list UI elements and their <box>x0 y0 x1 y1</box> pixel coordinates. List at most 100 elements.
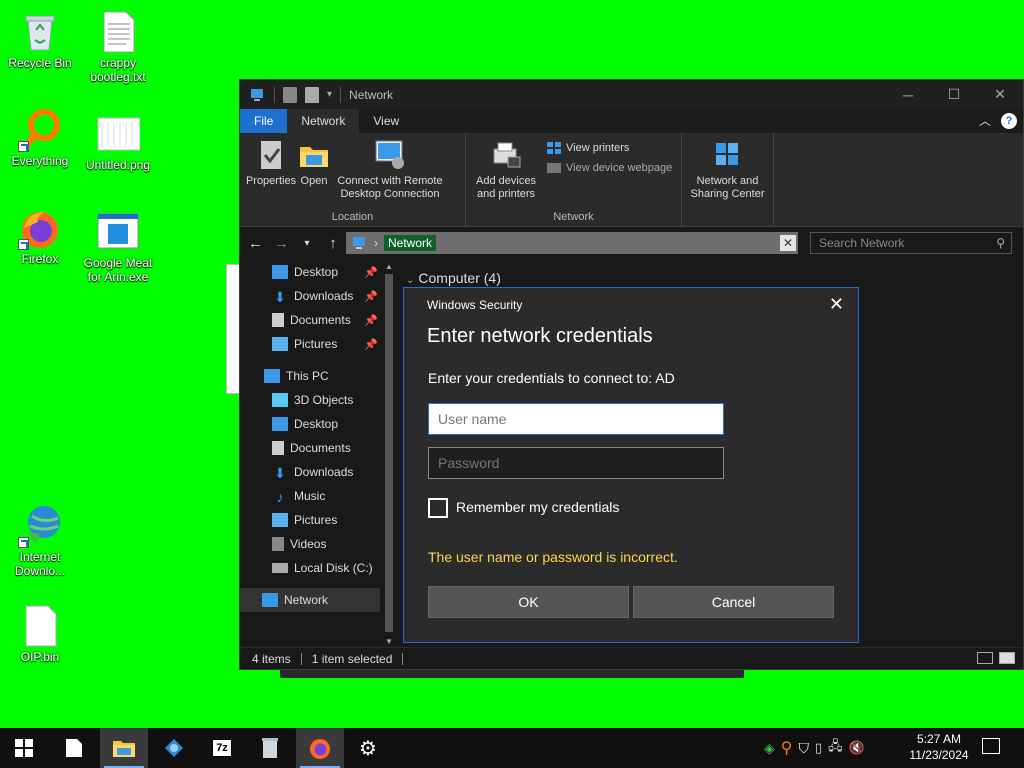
desktop-icon-label: Recycle Bin <box>8 56 72 70</box>
taskbar-clock[interactable]: 5:27 AM 11/23/2024 <box>902 731 976 763</box>
start-button[interactable] <box>0 728 48 768</box>
nav-item-pc-downloads[interactable]: ⬇ Downloads <box>272 460 353 484</box>
tab-network[interactable]: Network <box>287 109 360 133</box>
collapse-ribbon-icon[interactable]: ︿ <box>979 112 991 129</box>
notifications-icon[interactable] <box>982 738 1000 754</box>
title-bar: ▾ Network ─ ☐ ✕ <box>240 80 1023 109</box>
network-status-icon[interactable]: 🖧 <box>828 737 843 759</box>
nav-item-desktop[interactable]: Desktop <box>272 260 338 284</box>
selected-count: 1 item selected <box>311 651 393 666</box>
desktop-icon-text-file[interactable]: crappy bootleg.txt <box>78 10 158 84</box>
documents-icon <box>272 313 284 327</box>
large-icons-view-icon[interactable] <box>999 652 1015 664</box>
desktop-icon-label: Untitled.png <box>85 158 151 172</box>
forward-button[interactable]: → <box>274 235 289 252</box>
dialog-title: Enter network credentials <box>427 325 653 347</box>
taskbar-settings[interactable]: ⚙ <box>344 728 392 768</box>
image-file-icon <box>96 112 141 156</box>
view-device-webpage-button[interactable]: View device webpage <box>546 161 672 175</box>
pictures-icon <box>272 337 288 351</box>
taskbar-network-app[interactable] <box>150 728 198 768</box>
help-icon[interactable]: ? <box>1001 112 1017 129</box>
remember-credentials-checkbox[interactable] <box>428 498 448 518</box>
system-tray: ◈ ⚲ ⛉ ▯ 🖧 🔇 <box>764 728 865 768</box>
pin-icon: 📌 <box>364 314 378 327</box>
back-button[interactable]: ← <box>248 235 263 252</box>
taskbar-notepad[interactable] <box>50 728 98 768</box>
volume-muted-icon[interactable]: 🔇 <box>849 740 865 756</box>
windows-security-dialog: Windows Security ✕ Enter network credent… <box>403 287 859 643</box>
nav-item-music[interactable]: ♪ Music <box>272 484 326 508</box>
up-button[interactable]: ↑ <box>326 235 340 252</box>
desktop-icon-google-meat[interactable]: Google Meat for Arin.exe <box>78 210 158 284</box>
nav-item-this-pc[interactable]: This PC <box>264 364 329 388</box>
gear-icon: ⚙ <box>359 737 377 760</box>
group-header-computer[interactable]: ⌄ Computer (4) <box>406 270 501 286</box>
taskbar-7zip[interactable]: 7z <box>198 728 246 768</box>
new-folder-quick-icon[interactable] <box>305 86 319 103</box>
desktop-icon-untitled-png[interactable]: Untitled.png <box>78 112 158 172</box>
windows-logo-icon <box>15 739 33 757</box>
desktop-icon-firefox[interactable]: Firefox <box>0 206 80 266</box>
taskbar: 7z ⚙ ◈ ⚲ ⛉ ▯ 🖧 🔇 5:27 AM 11/23/2024 <box>0 728 1024 768</box>
desktop-icon-internet-download[interactable]: Internet Downlo... <box>0 504 80 578</box>
desktop-folder-icon <box>272 417 288 431</box>
nav-item-pictures[interactable]: Pictures <box>272 332 337 356</box>
nav-pane-scrollbar[interactable]: ▲ ▼ <box>382 260 396 648</box>
customize-toolbar-icon[interactable]: ▾ <box>327 89 332 100</box>
drive-icon <box>272 563 288 573</box>
cancel-button[interactable]: Cancel <box>633 586 834 618</box>
nav-item-pc-documents[interactable]: Documents <box>272 436 351 460</box>
minimize-button[interactable]: ─ <box>885 80 931 109</box>
details-view-icon[interactable] <box>977 652 993 664</box>
recent-locations-button[interactable]: ▾ <box>300 238 314 249</box>
dialog-close-icon[interactable]: ✕ <box>829 294 844 315</box>
7zip-icon: 7z <box>212 739 232 757</box>
scroll-up-icon[interactable]: ▲ <box>385 262 393 271</box>
search-input[interactable]: Search Network ⚲ <box>810 232 1012 254</box>
nav-item-local-disk[interactable]: Local Disk (C:) <box>272 556 373 580</box>
scrollbar-thumb[interactable] <box>385 274 393 632</box>
nav-item-downloads[interactable]: ⬇ Downloads <box>272 284 353 308</box>
breadcrumb-chevron-icon: › <box>374 236 378 250</box>
pin-icon: 📌 <box>364 266 378 279</box>
usb-device-icon[interactable]: ▯ <box>815 740 822 756</box>
nav-item-videos[interactable]: Videos <box>272 532 326 556</box>
view-printers-button[interactable]: View printers <box>546 141 672 155</box>
film-icon <box>272 537 284 551</box>
nav-item-documents[interactable]: Documents <box>272 308 351 332</box>
tab-view[interactable]: View <box>359 109 413 133</box>
nav-item-pc-desktop[interactable]: Desktop <box>272 412 338 436</box>
ok-button[interactable]: OK <box>428 586 629 618</box>
everything-tray-icon[interactable]: ⚲ <box>781 738 793 758</box>
desktop-icon-oip-bin[interactable]: OIP.bin <box>0 604 80 664</box>
desktop-icon-everything[interactable]: Everything <box>0 108 80 168</box>
magnifier-icon <box>18 108 62 152</box>
address-bar[interactable]: › Network ✕ <box>346 232 798 254</box>
taskbar-firefox[interactable] <box>296 728 344 768</box>
desktop-icon-label: Everything <box>11 154 69 168</box>
network-sharing-center-button[interactable]: Network and Sharing Center <box>688 137 767 226</box>
nav-item-network[interactable]: Network <box>240 588 380 612</box>
network-tool-tray-icon[interactable]: ◈ <box>764 740 775 757</box>
desktop-icon-recycle-bin[interactable]: Recycle Bin <box>0 10 80 70</box>
network-sharing-icon <box>715 143 738 165</box>
nav-item-pc-pictures[interactable]: Pictures <box>272 508 337 532</box>
item-count: 4 items <box>252 651 291 666</box>
dialog-message: Enter your credentials to connect to: AD <box>428 370 675 386</box>
properties-quick-icon[interactable] <box>283 86 297 103</box>
nav-item-3d-objects[interactable]: 3D Objects <box>272 388 353 412</box>
maximize-button[interactable]: ☐ <box>931 80 977 109</box>
tab-file[interactable]: File <box>240 109 288 133</box>
taskbar-recycle-tool[interactable] <box>246 728 294 768</box>
scroll-down-icon[interactable]: ▼ <box>385 637 393 646</box>
clear-address-icon[interactable]: ✕ <box>780 235 796 251</box>
password-input[interactable] <box>428 447 724 479</box>
quick-access-toolbar: ▾ <box>248 86 342 103</box>
printer-icon <box>493 142 521 168</box>
firefox-icon <box>310 739 330 759</box>
close-button[interactable]: ✕ <box>977 80 1023 109</box>
security-shield-icon[interactable]: ⛉ <box>799 740 810 757</box>
username-input[interactable] <box>428 403 724 435</box>
taskbar-file-explorer[interactable] <box>100 728 148 768</box>
